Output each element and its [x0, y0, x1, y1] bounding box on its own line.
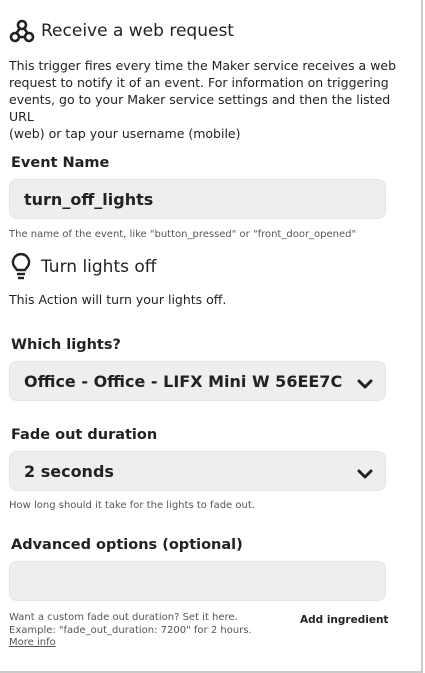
advanced-hint-line: Example: "fade_out_duration: 7200" for 2…: [9, 625, 252, 636]
advanced-options-hint: Want a custom fade out duration? Set it …: [9, 611, 252, 637]
trigger-description-line: events, go to your Maker service setting…: [9, 92, 391, 124]
which-lights-select[interactable]: Office - Office - LIFX Mini W 56EE7C: [9, 361, 386, 401]
chevron-down-icon: [357, 375, 373, 394]
fade-out-hint: How long should it take for the lights t…: [9, 500, 255, 511]
trigger-description: This trigger fires every time the Maker …: [9, 57, 414, 142]
maker-webhook-icon: [9, 18, 35, 44]
which-lights-label: Which lights?: [11, 337, 121, 353]
trigger-description-line: (web) or tap your username (mobile): [9, 126, 241, 141]
advanced-options-input[interactable]: [9, 561, 386, 601]
event-name-label: Event Name: [11, 155, 110, 171]
action-description: This Action will turn your lights off.: [9, 292, 227, 307]
advanced-options-label: Advanced options (optional): [11, 537, 243, 553]
which-lights-selected: Office - Office - LIFX Mini W 56EE7C: [24, 372, 343, 391]
action-title: Turn lights off: [41, 257, 157, 277]
event-name-hint: The name of the event, like "button_pres…: [9, 229, 357, 240]
advanced-hint-line: Want a custom fade out duration? Set it …: [9, 612, 238, 623]
fade-out-selected: 2 seconds: [24, 462, 114, 481]
fade-out-select[interactable]: 2 seconds: [9, 451, 386, 491]
add-ingredient-button[interactable]: Add ingredient: [300, 614, 388, 626]
event-name-value: turn_off_lights: [24, 190, 154, 209]
event-name-input[interactable]: turn_off_lights: [9, 179, 386, 219]
fade-out-label: Fade out duration: [11, 427, 158, 443]
trigger-title: Receive a web request: [41, 21, 234, 41]
trigger-description-line: request to notify it of an event. For in…: [9, 75, 389, 90]
chevron-down-icon: [357, 465, 373, 484]
lightbulb-icon: [8, 252, 34, 280]
trigger-description-line: This trigger fires every time the Maker …: [9, 58, 397, 73]
more-info-link[interactable]: More info: [9, 637, 56, 648]
